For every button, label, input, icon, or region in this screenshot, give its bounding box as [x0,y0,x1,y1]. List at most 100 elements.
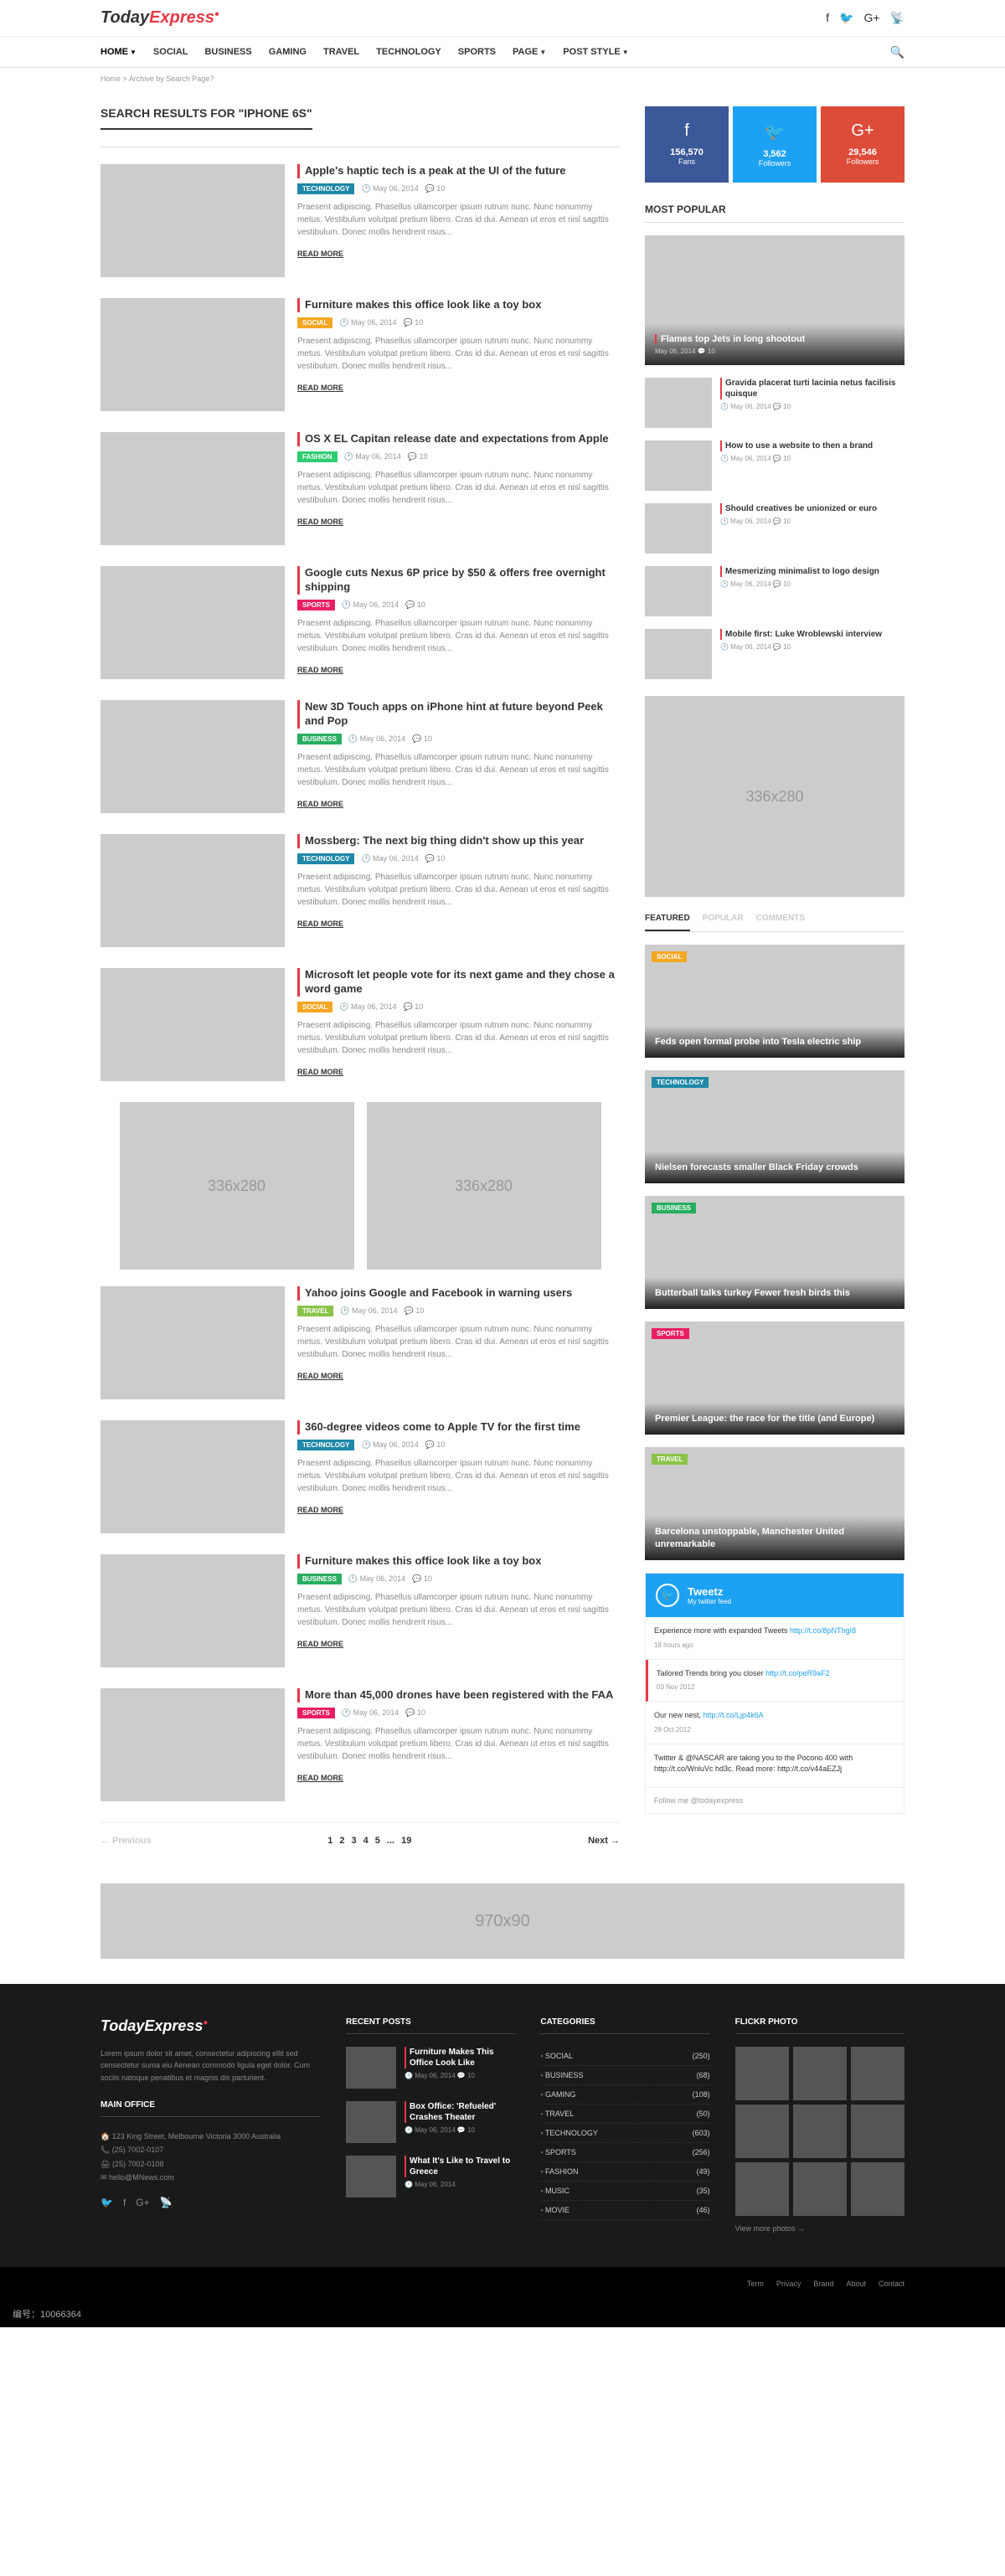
recent-post[interactable]: What It's Like to Travel to Greece🕐 May … [346,2156,515,2197]
twitter-icon[interactable]: 🐦 [839,11,853,25]
read-more-link[interactable]: READ MORE [297,800,343,808]
article-title[interactable]: New 3D Touch apps on iPhone hint at futu… [297,700,620,729]
nav-item-social[interactable]: SOCIAL [153,47,188,57]
nav-item-page[interactable]: PAGE▼ [513,47,546,57]
social-box[interactable]: G+29,546Followers [821,106,904,183]
article-title[interactable]: 360-degree videos come to Apple TV for t… [297,1420,620,1435]
pagination-next[interactable]: Next → [588,1836,620,1846]
footer-logo[interactable]: TodayExpress● [100,2017,321,2035]
flickr-thumb[interactable] [793,2047,847,2100]
tab-comments[interactable]: COMMENTS [756,914,805,931]
tab-featured[interactable]: FEATURED [645,914,690,931]
read-more-link[interactable]: READ MORE [297,250,343,258]
popular-item[interactable]: Should creatives be unionized or euro🕐 M… [645,503,904,554]
sidebar-ad[interactable]: 336x280 [645,696,904,897]
article-thumbnail[interactable] [100,834,285,947]
page-number[interactable]: ... [387,1836,394,1846]
read-more-link[interactable]: READ MORE [297,1068,343,1076]
category-badge[interactable]: FASHION [297,451,338,462]
flickr-thumb[interactable] [793,2105,847,2158]
footer-link[interactable]: Privacy [776,2280,801,2288]
search-icon[interactable]: 🔍 [890,45,904,59]
popular-item[interactable]: Mobile first: Luke Wroblewski interview🕐… [645,629,904,679]
category-badge[interactable]: SPORTS [297,600,335,611]
social-box[interactable]: 🐦3,562Followers [733,106,817,183]
article-title[interactable]: OS X EL Capitan release date and expecta… [297,432,620,446]
page-number[interactable]: 19 [401,1836,411,1846]
category-item[interactable]: TRAVEL(50) [540,2105,709,2124]
category-item[interactable]: FASHION(49) [540,2162,709,2182]
pagination-prev[interactable]: ← Previous [100,1836,152,1846]
category-badge[interactable]: SOCIAL [297,317,332,328]
flickr-thumb[interactable] [851,2105,904,2158]
flickr-thumb[interactable] [851,2047,904,2100]
category-badge[interactable]: SOCIAL [297,1002,332,1012]
article-thumbnail[interactable] [100,1286,285,1399]
page-number[interactable]: 2 [339,1836,344,1846]
google-plus-icon[interactable]: G+ [863,11,879,25]
page-number[interactable]: 1 [327,1836,332,1846]
nav-item-business[interactable]: BUSINESS [204,47,251,57]
category-item[interactable]: MOVIE(46) [540,2201,709,2220]
featured-item[interactable]: TECHNOLOGYNielsen forecasts smaller Blac… [645,1070,904,1183]
popular-item[interactable]: Gravida placerat turti lacinia netus fac… [645,378,904,428]
featured-item[interactable]: SOCIALFeds open formal probe into Tesla … [645,945,904,1058]
article-title[interactable]: Furniture makes this office look like a … [297,298,620,312]
category-badge[interactable]: TECHNOLOGY [297,853,354,864]
flickr-thumb[interactable] [735,2047,789,2100]
read-more-link[interactable]: READ MORE [297,1372,343,1380]
nav-item-post style[interactable]: POST STYLE▼ [563,47,628,57]
page-number[interactable]: 3 [352,1836,357,1846]
article-title[interactable]: Apple's haptic tech is a peak at the UI … [297,164,620,178]
page-number[interactable]: 4 [363,1836,368,1846]
logo[interactable]: TodayExpress● [100,8,219,28]
category-item[interactable]: BUSINESS(68) [540,2066,709,2085]
category-badge[interactable]: BUSINESS [297,734,342,744]
article-thumbnail[interactable] [100,164,285,277]
article-title[interactable]: Yahoo joins Google and Facebook in warni… [297,1286,620,1301]
rss-icon[interactable]: 📡 [890,11,904,25]
article-thumbnail[interactable] [100,432,285,545]
category-item[interactable]: MUSIC(35) [540,2182,709,2201]
facebook-icon[interactable]: f [826,11,829,25]
article-title[interactable]: Google cuts Nexus 6P price by $50 & offe… [297,566,620,595]
featured-item[interactable]: BUSINESSButterball talks turkey Fewer fr… [645,1196,904,1309]
article-title[interactable]: More than 45,000 drones have been regist… [297,1688,620,1703]
article-title[interactable]: Microsoft let people vote for its next g… [297,968,620,997]
category-badge[interactable]: BUSINESS [297,1574,342,1584]
nav-item-gaming[interactable]: GAMING [269,47,307,57]
rss-icon[interactable]: 📡 [160,2197,173,2208]
category-badge[interactable]: TECHNOLOGY [297,183,354,194]
read-more-link[interactable]: READ MORE [297,384,343,392]
popular-item[interactable]: Mesmerizing minimalist to logo design🕐 M… [645,566,904,616]
article-thumbnail[interactable] [100,298,285,411]
page-number[interactable]: 5 [375,1836,380,1846]
google-plus-icon[interactable]: G+ [136,2197,149,2208]
read-more-link[interactable]: READ MORE [297,1774,343,1782]
category-item[interactable]: SPORTS(256) [540,2143,709,2162]
flickr-thumb[interactable] [793,2162,847,2216]
flickr-thumb[interactable] [851,2162,904,2216]
category-item[interactable]: TECHNOLOGY(603) [540,2124,709,2143]
featured-item[interactable]: SPORTSPremier League: the race for the t… [645,1321,904,1435]
popular-item[interactable]: How to use a website to then a brand🕐 Ma… [645,440,904,491]
article-thumbnail[interactable] [100,700,285,813]
nav-item-home[interactable]: HOME▼ [100,47,137,57]
featured-item[interactable]: TRAVELBarcelona unstoppable, Manchester … [645,1447,904,1560]
flickr-thumb[interactable] [735,2162,789,2216]
category-item[interactable]: SOCIAL(250) [540,2047,709,2066]
article-thumbnail[interactable] [100,566,285,679]
footer-link[interactable]: Term [747,2280,764,2288]
read-more-link[interactable]: READ MORE [297,518,343,526]
flickr-thumb[interactable] [735,2105,789,2158]
category-badge[interactable]: TRAVEL [297,1306,333,1316]
tweet-link[interactable]: http://t.co/peR9aF2 [765,1669,830,1677]
twitter-icon[interactable]: 🐦 [100,2197,113,2208]
read-more-link[interactable]: READ MORE [297,1640,343,1648]
read-more-link[interactable]: READ MORE [297,666,343,674]
article-thumbnail[interactable] [100,968,285,1081]
article-thumbnail[interactable] [100,1554,285,1667]
category-badge[interactable]: TECHNOLOGY [297,1440,354,1450]
recent-post[interactable]: Box Office: 'Refueled' Crashes Theater🕐 … [346,2101,515,2143]
facebook-icon[interactable]: f [123,2197,126,2208]
